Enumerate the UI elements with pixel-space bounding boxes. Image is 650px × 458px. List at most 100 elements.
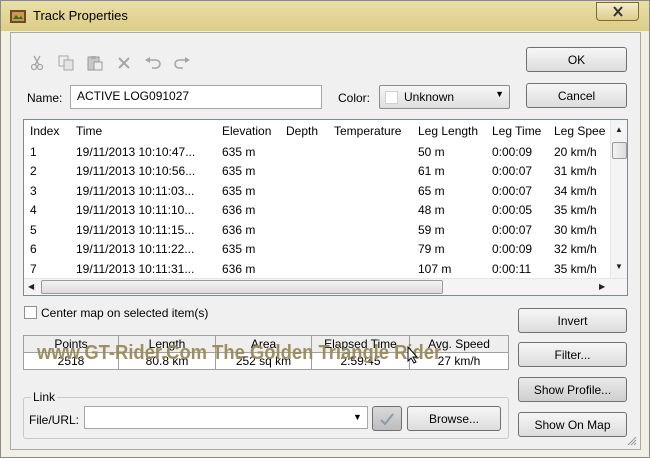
table-row[interactable]: 3 19/11/2013 10:11:03... 635 m 65 m 0:00:07 3… (24, 181, 608, 201)
table-row[interactable]: 1 19/11/2013 10:10:47... 635 m 50 m 0:00:09 2… (24, 142, 608, 162)
table-cell: 61 m (418, 164, 445, 179)
copy-icon[interactable] (54, 53, 78, 73)
table-row[interactable]: 2 19/11/2013 10:10:56... 635 m 61 m 0:00:07 3… (24, 162, 608, 182)
table-cell (328, 201, 412, 221)
title-bar[interactable]: Track Properties (1, 1, 649, 31)
table-cell: 4 (30, 203, 37, 218)
color-dropdown[interactable]: Unknown ▼ (379, 85, 510, 109)
invert-button[interactable]: Invert (518, 308, 627, 333)
redo-icon[interactable] (170, 53, 194, 73)
mouse-cursor-icon (407, 346, 419, 364)
color-swatch (385, 90, 398, 104)
undo-icon[interactable] (141, 53, 165, 73)
table-cell: 20 km/h (554, 144, 597, 159)
column-header[interactable]: Temperature (328, 120, 412, 142)
scroll-right-icon[interactable]: ▶ (599, 282, 605, 291)
resize-grip-icon[interactable] (627, 436, 637, 446)
table-row[interactable]: 4 19/11/2013 10:11:10... 636 m 48 m 0:00:05 3… (24, 201, 608, 221)
file-url-input[interactable] (84, 406, 368, 429)
center-map-checkbox[interactable] (24, 306, 37, 319)
browse-button[interactable]: Browse... (407, 406, 501, 431)
name-input[interactable]: ACTIVE LOG091027 (70, 85, 322, 109)
table-cell: 19/11/2013 10:11:15... (76, 222, 195, 237)
table-cell: 19/11/2013 10:11:03... (76, 183, 195, 198)
center-map-label: Center map on selected item(s) (41, 306, 209, 320)
track-points-table[interactable]: Index Time Elevation Depth Temperature Leg Le… (23, 119, 628, 296)
table-row[interactable]: 5 19/11/2013 10:11:15... 636 m 59 m 0:00:07 3… (24, 220, 608, 240)
color-value: Unknown (404, 90, 455, 104)
table-cell: 7 (30, 261, 37, 276)
cancel-button[interactable]: Cancel (526, 83, 627, 108)
scroll-down-icon[interactable]: ▼ (615, 262, 623, 271)
column-header[interactable]: Index (24, 120, 70, 142)
table-cell: 50 m (418, 144, 445, 159)
table-cell: 0:00:07 (492, 183, 533, 198)
close-button[interactable] (596, 2, 639, 21)
table-cell (280, 142, 328, 162)
column-header[interactable]: Leg Time (486, 120, 548, 142)
table-cell: 35 km/h (554, 261, 597, 276)
table-cell: 0:00:07 (492, 222, 533, 237)
table-cell: 35 km/h (554, 203, 597, 218)
close-icon (612, 6, 623, 17)
table-cell: 19/11/2013 10:11:22... (76, 242, 195, 257)
table-header-row: Index Time Elevation Depth Temperature Leg Le… (24, 120, 608, 142)
column-header[interactable]: Leg Spee (548, 120, 608, 142)
table-cell: 48 m (418, 203, 445, 218)
table-cell: 0:00:11 (492, 261, 532, 276)
paste-icon[interactable] (83, 53, 107, 73)
table-cell (280, 240, 328, 260)
table-cell: 107 m (418, 261, 452, 276)
chevron-down-icon[interactable]: ▼ (353, 412, 362, 422)
table-cell: 59 m (418, 222, 445, 237)
table-cell: 0:00:07 (492, 164, 533, 179)
table-cell (328, 240, 412, 260)
table-cell: 3 (30, 183, 37, 198)
table-cell: 31 km/h (554, 164, 597, 179)
vertical-scrollbar[interactable]: ▲ ▼ (610, 120, 627, 278)
chevron-down-icon: ▼ (495, 89, 504, 99)
table-body: 1 19/11/2013 10:10:47... 635 m 50 m 0:00:09 2… (24, 142, 608, 279)
table-cell (328, 181, 412, 201)
show-profile-button[interactable]: Show Profile... (518, 377, 627, 402)
table-cell: 0:00:05 (492, 203, 533, 218)
table-cell (328, 259, 412, 279)
table-cell (280, 162, 328, 182)
show-on-map-button[interactable]: Show On Map (518, 412, 627, 437)
table-cell: 2 (30, 164, 37, 179)
table-cell (328, 220, 412, 240)
table-cell: 19/11/2013 10:10:56... (76, 164, 196, 179)
name-label: Name: (27, 91, 63, 105)
table-cell: 6 (30, 242, 37, 257)
window-title: Track Properties (33, 8, 128, 23)
horizontal-scroll-thumb[interactable] (41, 280, 443, 294)
table-cell: 79 m (418, 242, 445, 257)
track-properties-window: Track Properties OK Cancel Name: ACTIVE … (0, 0, 650, 458)
table-row[interactable]: 7 19/11/2013 10:11:31... 636 m 107 m 0:00:11… (24, 259, 608, 279)
horizontal-scrollbar[interactable]: ◀ ▶ (24, 278, 627, 295)
edit-toolbar (25, 53, 194, 73)
scroll-left-icon[interactable]: ◀ (28, 282, 34, 291)
table-cell: 1 (30, 144, 37, 159)
delete-x-icon[interactable] (112, 53, 136, 73)
table-cell: 34 km/h (554, 183, 597, 198)
link-go-button[interactable] (372, 406, 402, 431)
table-cell: 0:00:09 (492, 144, 533, 159)
vertical-scroll-thumb[interactable] (612, 142, 627, 159)
column-header[interactable]: Depth (280, 120, 328, 142)
column-header[interactable]: Leg Length (412, 120, 486, 142)
table-row[interactable]: 6 19/11/2013 10:11:22... 635 m 79 m 0:00:09 3… (24, 240, 608, 260)
scissors-icon[interactable] (25, 53, 49, 73)
table-cell (280, 181, 328, 201)
watermark-text: www.GT-Rider.Com The Golden Triangle Rid… (37, 342, 442, 364)
scroll-up-icon[interactable]: ▲ (615, 125, 623, 134)
table-cell (328, 142, 412, 162)
track-app-icon (10, 10, 26, 23)
column-header[interactable]: Time (70, 120, 216, 142)
table-cell: 0:00:09 (492, 242, 533, 257)
column-header[interactable]: Elevation (216, 120, 280, 142)
filter-button[interactable]: Filter... (518, 342, 627, 367)
ok-button[interactable]: OK (526, 47, 627, 72)
table-cell (328, 162, 412, 182)
table-cell (280, 201, 328, 221)
